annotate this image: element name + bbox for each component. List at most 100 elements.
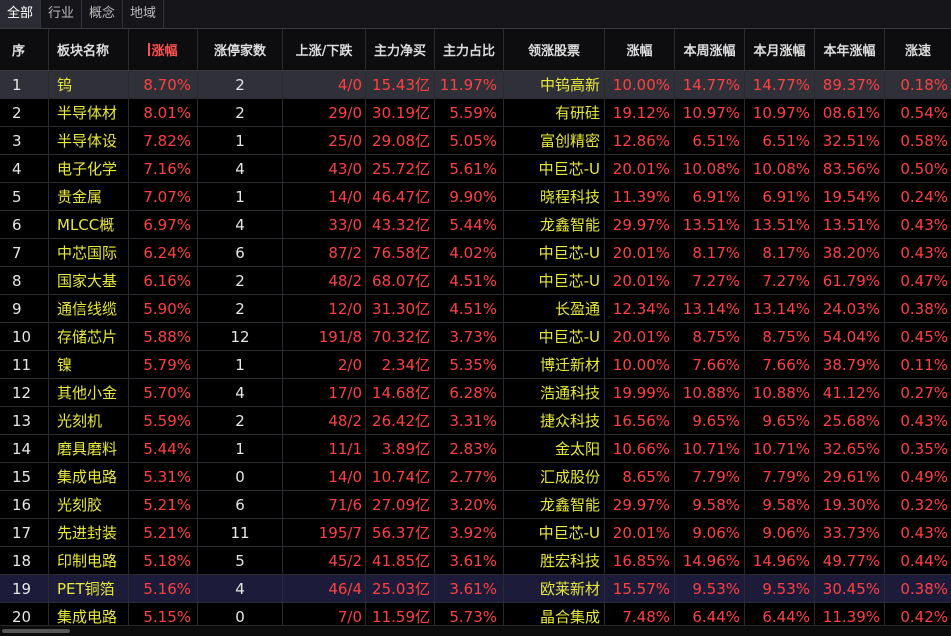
tab-3[interactable]: 地域 <box>123 0 165 28</box>
year-change-cell: 61.79% <box>815 267 885 294</box>
limit-up-count-cell: 6 <box>198 239 283 266</box>
leading-stock-cell: 金太阳 <box>504 435 605 462</box>
leader-change-cell: 11.39% <box>605 183 675 210</box>
row-seq-cell: 13 <box>0 407 49 434</box>
leader-change-cell: 12.34% <box>605 295 675 322</box>
table-row[interactable]: 18 印制电路 5.18% 5 45/2 41.85亿 3.61% 胜宏科技 16.85% 14.… <box>0 547 951 575</box>
column-header-seq[interactable]: 序 <box>0 29 49 70</box>
week-change-cell: 6.91% <box>675 183 745 210</box>
table-row[interactable]: 11 镍 5.79% 1 2/0 2.34亿 5.35% 博迁新材 10.00% 7.66% 7.6… <box>0 351 951 379</box>
up-down-count-cell: 12/0 <box>283 295 366 322</box>
leader-change-cell: 10.66% <box>605 435 675 462</box>
table-header-row: 序 板块名称 涨幅 涨停家数 上涨/下跌 主力净买 主力占比 领涨股票 涨幅 本… <box>0 29 951 71</box>
row-seq-cell: 10 <box>0 323 49 350</box>
main-net-buy-cell: 43.32亿 <box>366 211 435 238</box>
year-change-cell: 24.03% <box>815 295 885 322</box>
sector-name-cell: 国家大基 <box>49 267 129 294</box>
change-speed-cell: 0.43% <box>900 411 948 430</box>
main-net-buy-cell: 27.09亿 <box>366 491 435 518</box>
limit-up-count-cell: 1 <box>198 127 283 154</box>
column-header-change[interactable]: 涨幅 <box>129 29 198 70</box>
leading-stock-cell: 浩通科技 <box>504 379 605 406</box>
main-ratio-cell: 3.73% <box>435 323 504 350</box>
week-change-cell: 14.96% <box>675 547 745 574</box>
table-row[interactable]: 8 国家大基 6.16% 2 48/2 68.07亿 4.51% 中巨芯-U 20.01% 7.2… <box>0 267 951 295</box>
main-ratio-cell: 5.44% <box>435 211 504 238</box>
tab-0[interactable]: 全部 <box>0 0 42 28</box>
up-down-count-cell: 4/0 <box>283 71 366 98</box>
sector-change-cell: 5.21% <box>129 519 198 546</box>
table-row[interactable]: 4 电子化学 7.16% 4 43/0 25.72亿 5.61% 中巨芯-U 20.01% 10.… <box>0 155 951 183</box>
up-down-count-cell: 2/0 <box>283 351 366 378</box>
year-change-cell: 83.56% <box>815 155 885 182</box>
main-ratio-cell: 5.35% <box>435 351 504 378</box>
column-header-up-down[interactable]: 上涨/下跌 <box>283 29 366 70</box>
table-row[interactable]: 15 集成电路 5.31% 0 14/0 10.74亿 2.77% 汇成股份 8.65% 7.79… <box>0 463 951 491</box>
table-row[interactable]: 13 光刻机 5.59% 2 48/2 26.42亿 3.31% 捷众科技 16.56% 9.65… <box>0 407 951 435</box>
main-ratio-cell: 4.51% <box>435 295 504 322</box>
limit-up-count-cell: 4 <box>198 155 283 182</box>
sector-change-cell: 5.79% <box>129 351 198 378</box>
up-down-count-cell: 14/0 <box>283 183 366 210</box>
column-header-main-ratio[interactable]: 主力占比 <box>435 29 504 70</box>
column-header-year-change[interactable]: 本年涨幅 <box>815 29 885 70</box>
table-row[interactable]: 12 其他小金 5.70% 4 17/0 14.68亿 6.28% 浩通科技 19.99% 10.… <box>0 379 951 407</box>
table-row[interactable]: 6 MLCC概 6.97% 4 33/0 43.32亿 5.44% 龙鑫智能 29.97% 13.… <box>0 211 951 239</box>
table-row[interactable]: 5 贵金属 7.07% 1 14/0 46.47亿 9.90% 晓程科技 11.39% 6.91%… <box>0 183 951 211</box>
leader-change-cell: 10.00% <box>605 71 675 98</box>
up-down-count-cell: 87/2 <box>283 239 366 266</box>
column-header-speed[interactable]: 涨速 <box>885 29 951 70</box>
month-change-cell: 13.51% <box>745 211 815 238</box>
column-header-main-net-buy[interactable]: 主力净买 <box>366 29 435 70</box>
sector-name-cell: 印制电路 <box>49 547 129 574</box>
table-row[interactable]: 19 PET铜箔 5.16% 4 46/4 25.03亿 3.61% 欧莱新材 15.57% 9.… <box>0 575 951 603</box>
main-net-buy-cell: 15.43亿 <box>366 71 435 98</box>
up-down-count-cell: 25/0 <box>283 127 366 154</box>
table-row[interactable]: 1 钨 8.70% 2 4/0 15.43亿 11.97% 中钨高新 10.00% 14.77% 1… <box>0 71 951 99</box>
horizontal-scrollbar[interactable] <box>0 625 951 636</box>
column-header-sector-name[interactable]: 板块名称 <box>49 29 129 70</box>
column-header-month-change[interactable]: 本月涨幅 <box>745 29 815 70</box>
table-row[interactable]: 7 中芯国际 6.24% 6 87/2 76.58亿 4.02% 中巨芯-U 20.01% 8.1… <box>0 239 951 267</box>
table-row[interactable]: 14 磨具磨料 5.44% 1 11/1 3.89亿 2.83% 金太阳 10.66% 10.71… <box>0 435 951 463</box>
up-down-count-cell: 17/0 <box>283 379 366 406</box>
column-header-limit-up-count[interactable]: 涨停家数 <box>198 29 283 70</box>
week-change-cell: 8.17% <box>675 239 745 266</box>
year-change-cell: 32.65% <box>815 435 885 462</box>
leading-stock-cell: 胜宏科技 <box>504 547 605 574</box>
table-row[interactable]: 16 光刻胶 5.21% 6 71/6 27.09亿 3.20% 龙鑫智能 29.97% 9.58… <box>0 491 951 519</box>
column-header-leader-change[interactable]: 涨幅 <box>605 29 675 70</box>
sector-change-cell: 6.16% <box>129 267 198 294</box>
week-change-cell: 7.79% <box>675 463 745 490</box>
sector-name-cell: 光刻胶 <box>49 491 129 518</box>
month-change-cell: 10.97% <box>745 99 815 126</box>
week-change-cell: 7.27% <box>675 267 745 294</box>
tab-1[interactable]: 行业 <box>41 0 83 28</box>
table-row[interactable]: 10 存储芯片 5.88% 12 191/8 70.32亿 3.73% 中巨芯-U 20.01%… <box>0 323 951 351</box>
scrollbar-thumb[interactable] <box>2 629 70 633</box>
column-header-week-change[interactable]: 本周涨幅 <box>675 29 745 70</box>
leading-stock-cell: 博迁新材 <box>504 351 605 378</box>
leader-change-cell: 29.97% <box>605 211 675 238</box>
table-row[interactable]: 17 先进封装 5.21% 11 195/7 56.37亿 3.92% 中巨芯-U 20.01%… <box>0 519 951 547</box>
main-net-buy-cell: 41.85亿 <box>366 547 435 574</box>
main-net-buy-cell: 70.32亿 <box>366 323 435 350</box>
sector-change-cell: 5.21% <box>129 491 198 518</box>
leading-stock-cell: 龙鑫智能 <box>504 491 605 518</box>
main-ratio-cell: 4.51% <box>435 267 504 294</box>
limit-up-count-cell: 4 <box>198 211 283 238</box>
table-row[interactable]: 3 半导体设 7.82% 1 25/0 29.08亿 5.05% 富创精密 12.86% 6.51… <box>0 127 951 155</box>
main-ratio-cell: 9.90% <box>435 183 504 210</box>
limit-up-count-cell: 1 <box>198 351 283 378</box>
table-row[interactable]: 9 通信线缆 5.90% 2 12/0 31.30亿 4.51% 长盈通 12.34% 13.14… <box>0 295 951 323</box>
limit-up-count-cell: 2 <box>198 407 283 434</box>
limit-up-count-cell: 4 <box>198 575 283 602</box>
sector-name-cell: 半导体材 <box>49 99 129 126</box>
limit-up-count-cell: 0 <box>198 463 283 490</box>
column-header-leading-stock[interactable]: 领涨股票 <box>504 29 605 70</box>
limit-up-count-cell: 2 <box>198 267 283 294</box>
leader-change-cell: 16.56% <box>605 407 675 434</box>
tab-2[interactable]: 概念 <box>82 0 124 28</box>
table-row[interactable]: 2 半导体材 8.01% 2 29/0 30.19亿 5.59% 有研硅 19.12% 10.97… <box>0 99 951 127</box>
column-header-change-label: 涨幅 <box>151 44 178 59</box>
